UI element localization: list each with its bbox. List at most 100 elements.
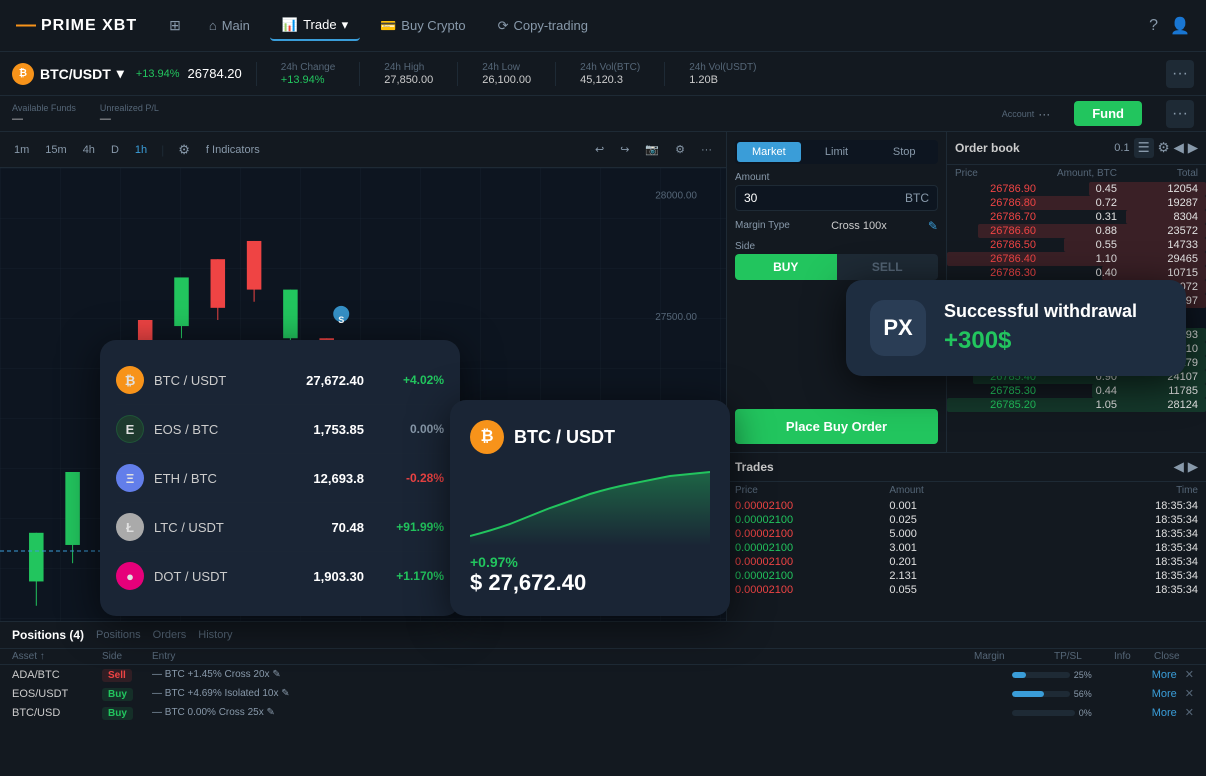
pos-bar: 56% <box>1012 689 1092 699</box>
tab-market[interactable]: Market <box>737 142 801 162</box>
pos-close-icon[interactable]: ✕ <box>1185 706 1194 719</box>
btc-card-pair: BTC / USDT <box>514 427 615 448</box>
chart-toolbar: 1m 15m 4h D 1h | ⚙ f Indicators ↩ ↪ 📷 ⚙ … <box>0 132 726 168</box>
pos-col-side: Side <box>102 651 152 662</box>
user-icon[interactable]: 👤 <box>1170 16 1190 36</box>
trades-prev-icon[interactable]: ◀ <box>1174 459 1184 475</box>
ob-col-price: Price <box>955 168 1036 179</box>
fund-more-button[interactable]: ··· <box>1166 100 1194 128</box>
side-group: Side BUY SELL <box>735 241 938 280</box>
pos-tab-orders[interactable]: Orders <box>153 629 187 641</box>
nav-buy-crypto[interactable]: 💳 Buy Crypto <box>368 12 478 40</box>
sell-side-button[interactable]: SELL <box>837 254 939 280</box>
indicators-btn[interactable]: f Indicators <box>200 142 266 158</box>
margin-val: Cross 100x <box>831 220 887 232</box>
pos-bar: 25% <box>1012 670 1092 680</box>
wl-item-price: 12,693.8 <box>284 471 364 486</box>
notif-content: Successful withdrawal +300$ <box>944 301 1162 355</box>
chart-more-btn[interactable]: ··· <box>695 142 718 158</box>
watchlist-item[interactable]: Ł LTC / USDT 70.48 +91.99% <box>116 503 444 552</box>
pos-col-margin: Margin <box>974 651 1054 662</box>
watchlist-item[interactable]: Ξ ETH / BTC 12,693.8 -0.28% <box>116 454 444 503</box>
watchlist-item[interactable]: E EOS / BTC 1,753.85 0.00% <box>116 405 444 454</box>
notif-title: Successful withdrawal <box>944 301 1162 323</box>
grid-icon[interactable]: ⊞ <box>161 11 189 40</box>
pos-tab-history[interactable]: History <box>198 629 232 641</box>
margin-edit-icon[interactable]: ✎ <box>928 219 938 233</box>
nav-copy-trading[interactable]: ⟳ Copy-trading <box>486 12 600 40</box>
sep-3 <box>457 62 458 86</box>
tab-limit[interactable]: Limit <box>805 142 869 162</box>
tf-1h[interactable]: 1h <box>129 142 153 158</box>
help-icon[interactable]: ? <box>1149 17 1158 35</box>
pos-col-info: Info <box>1114 651 1154 662</box>
chart-gear-btn[interactable]: ⚙ <box>669 141 691 158</box>
order-book-header: Order book 0.1 ☰ ⚙ ◀ ▶ <box>947 132 1206 165</box>
top-nav: — PRIME XBT ⊞ ⌂ Main 📊 Trade ▾ 💳 Buy Cry… <box>0 0 1206 52</box>
pos-asset: ADA/BTC <box>12 669 102 681</box>
ob-prev-icon[interactable]: ◀ <box>1174 140 1184 156</box>
chart-settings-btn[interactable]: ⚙ <box>172 140 196 160</box>
tf-1m[interactable]: 1m <box>8 142 35 158</box>
stat-24h-vol-usdt: 24h Vol(USDT) 1.20B <box>679 62 766 86</box>
nav-trade[interactable]: 📊 Trade ▾ <box>270 11 360 41</box>
ob-view-toggle[interactable]: ☰ <box>1134 138 1154 158</box>
tab-stop[interactable]: Stop <box>872 142 936 162</box>
pos-more-link[interactable]: More <box>1152 688 1177 700</box>
amount-field-group: Amount 30 BTC <box>735 172 938 211</box>
buy-side-button[interactable]: BUY <box>735 254 837 280</box>
positions-cols: Asset ↑ Side Entry Margin TP/SL Info Clo… <box>0 649 1206 665</box>
btc-card-header: ₿ BTC / USDT <box>470 420 710 454</box>
pos-tab-active[interactable]: Positions <box>96 629 141 641</box>
ob-next-icon[interactable]: ▶ <box>1188 140 1198 156</box>
pos-more-link[interactable]: More <box>1152 707 1177 719</box>
tf-15m[interactable]: 15m <box>39 142 72 158</box>
nav-main[interactable]: ⌂ Main <box>197 12 262 39</box>
wl-item-name: BTC / USDT <box>154 373 274 388</box>
watchlist-item[interactable]: ● DOT / USDT 1,903.30 +1.170% <box>116 552 444 600</box>
ob-size: 0.1 <box>1114 142 1129 154</box>
tf-d[interactable]: D <box>105 142 125 158</box>
pair-selector[interactable]: ₿ BTC/USDT ▾ <box>12 63 124 85</box>
btc-card-overlay: ₿ BTC / USDT +0.97% $ 27,672.40 <box>450 400 730 616</box>
fund-button[interactable]: Fund <box>1074 101 1142 126</box>
btc-card-icon: ₿ <box>470 420 504 454</box>
bid-row: 26785.201.0528124 <box>947 398 1206 412</box>
notification-overlay: PX Successful withdrawal +300$ <box>846 280 1186 376</box>
ask-row: 26786.700.318304 <box>947 210 1206 224</box>
wl-item-price: 1,903.30 <box>284 569 364 584</box>
positions-header: Positions (4) Positions Orders History <box>0 622 1206 649</box>
wl-dot-icon: ● <box>116 562 144 590</box>
wl-item-change: +91.99% <box>374 520 444 534</box>
pos-col-asset: Asset ↑ <box>12 651 102 662</box>
account-selector[interactable]: Account ··· <box>1002 107 1051 121</box>
position-row: EOS/USDT Buy — BTC +4.69% Isolated 10x ✎… <box>0 684 1206 703</box>
current-price: 26784.20 <box>188 66 242 81</box>
sep-2 <box>359 62 360 86</box>
pos-close-icon[interactable]: ✕ <box>1185 668 1194 681</box>
undo-btn[interactable]: ↩ <box>589 141 610 158</box>
redo-btn[interactable]: ↪ <box>614 141 635 158</box>
trades-header: Trades ◀ ▶ <box>727 453 1206 482</box>
pair-dropdown-icon: ▾ <box>117 65 124 82</box>
amount-input[interactable]: 30 BTC <box>735 185 938 211</box>
trades-next-icon[interactable]: ▶ <box>1188 459 1198 475</box>
side-label: Side <box>735 241 938 252</box>
camera-btn[interactable]: 📷 <box>639 141 665 158</box>
trades-cols: Price Amount Time <box>727 482 1206 499</box>
trades-col-amount: Amount <box>889 485 1043 496</box>
watchlist-overlay: ₿ BTC / USDT 27,672.40 +4.02% E EOS / BT… <box>100 340 460 616</box>
ob-settings-icon[interactable]: ⚙ <box>1158 140 1170 156</box>
place-buy-order-button[interactable]: Place Buy Order <box>735 409 938 444</box>
wl-item-name: DOT / USDT <box>154 569 274 584</box>
secbar-more-button[interactable]: ··· <box>1166 60 1194 88</box>
pos-entry: — BTC +1.45% Cross 20x ✎ <box>152 669 1012 680</box>
svg-text:27500.00: 27500.00 <box>655 312 697 323</box>
pos-close-icon[interactable]: ✕ <box>1185 687 1194 700</box>
stat-24h-change: 24h Change +13.94% <box>271 62 346 86</box>
watchlist-item[interactable]: ₿ BTC / USDT 27,672.40 +4.02% <box>116 356 444 405</box>
btc-chart-svg <box>470 466 710 546</box>
pos-more-link[interactable]: More <box>1152 669 1177 681</box>
margin-type-label: Margin Type <box>735 220 790 231</box>
tf-4h[interactable]: 4h <box>77 142 101 158</box>
